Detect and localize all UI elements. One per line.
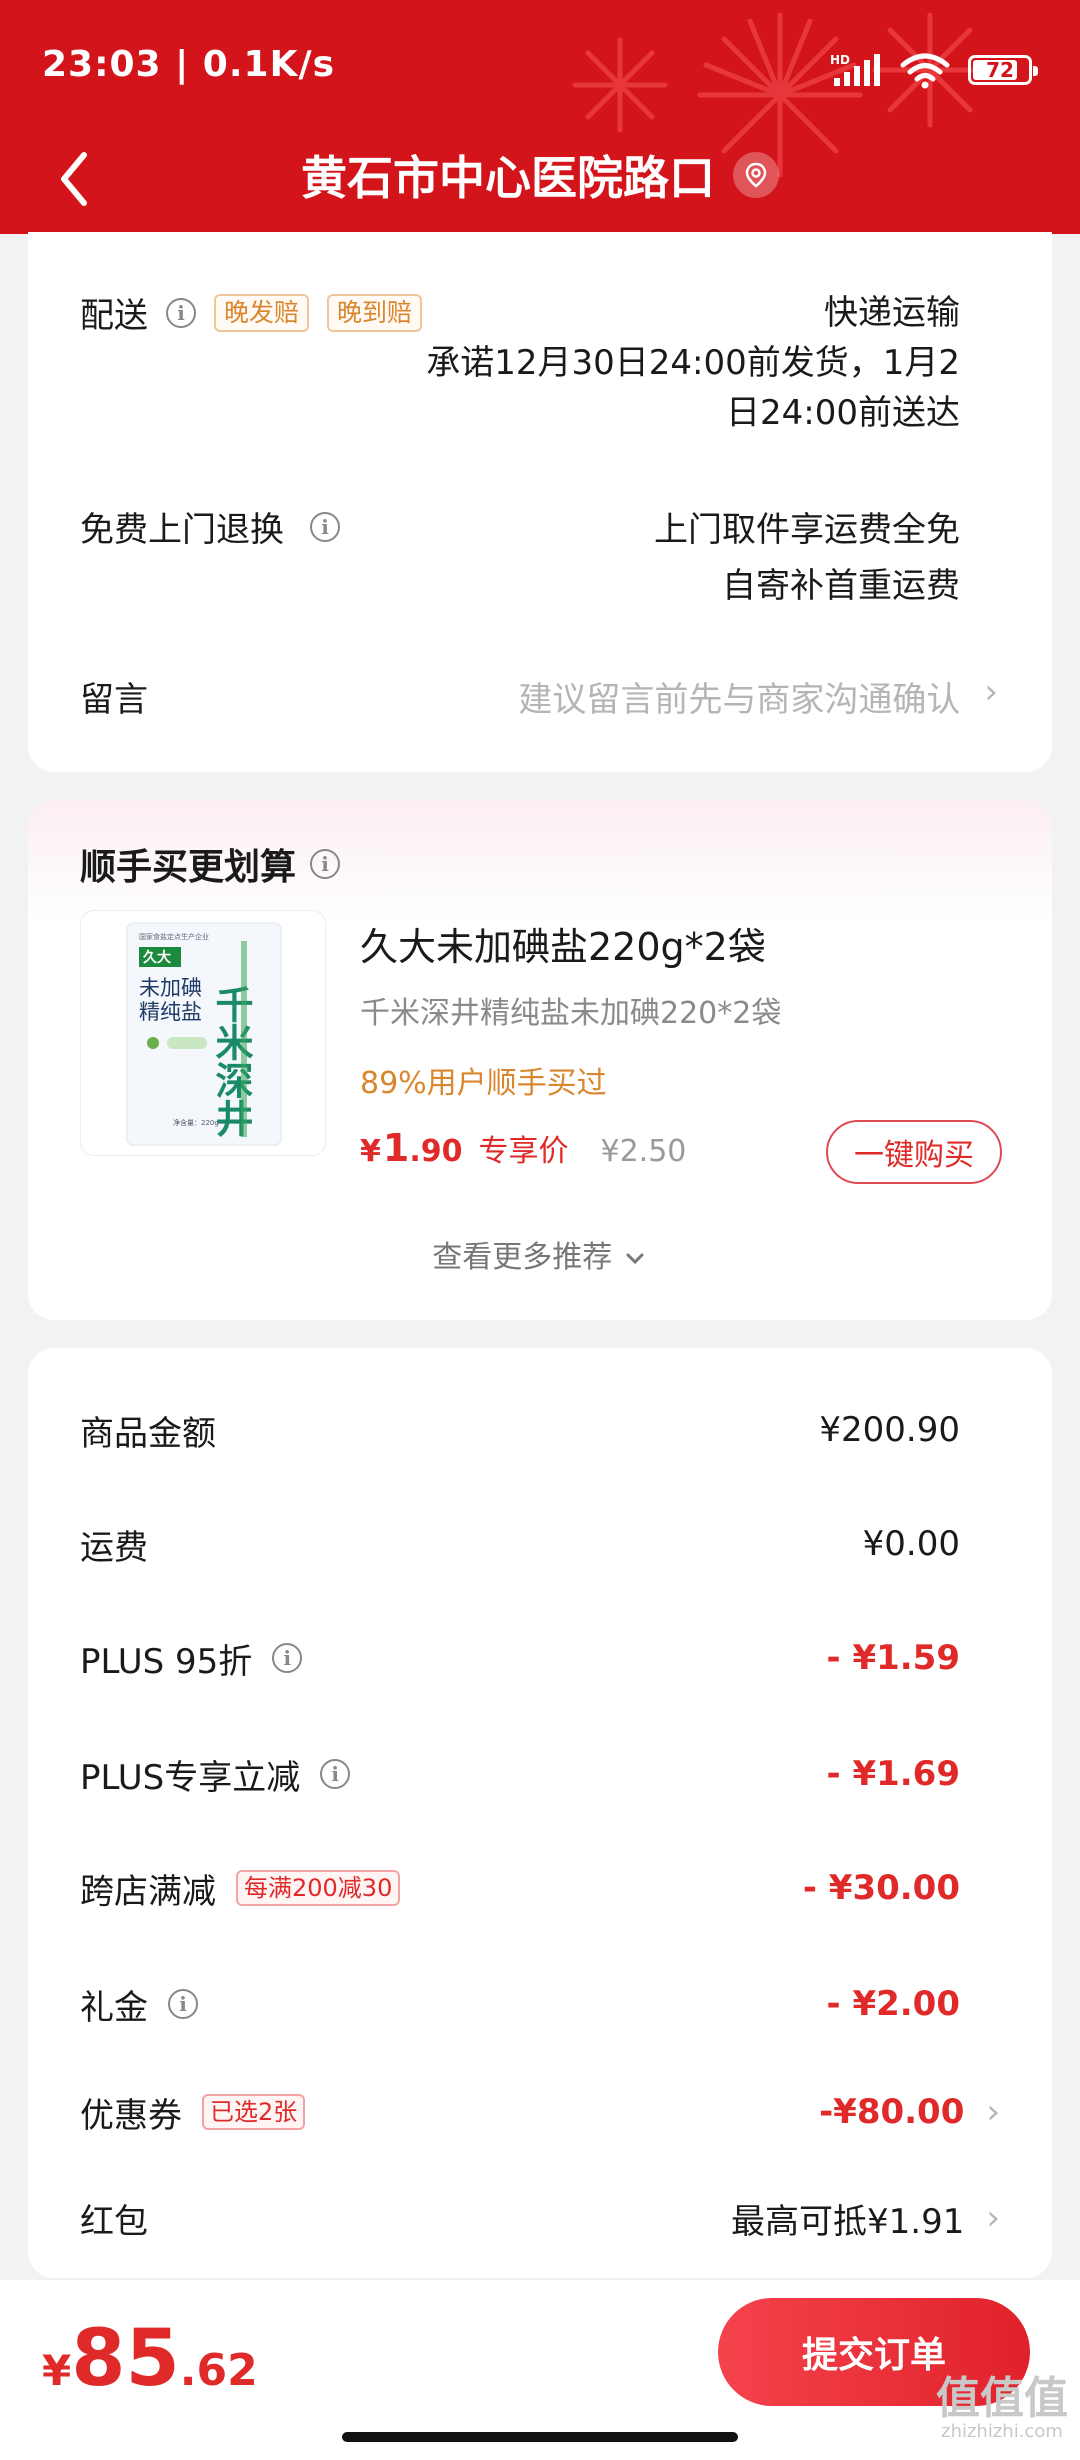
price-symbol: ¥	[360, 1134, 381, 1169]
summary-label: 商品金额	[80, 1413, 216, 1454]
return-label: 免费上门退换	[80, 510, 284, 550]
return-info: 上门取件享运费全免 自寄补首重运费	[654, 502, 960, 614]
coupon-tag: 已选2张	[202, 2094, 306, 2130]
price-summary-card: 商品金额 ¥200.90 运费 ¥0.00 PLUS 95折 i - ¥1.59…	[28, 1348, 1052, 2278]
product-name[interactable]: 久大未加碘盐220g*2袋	[360, 916, 766, 971]
total-int: 85	[71, 2314, 180, 2404]
summary-value: - ¥1.69	[826, 1754, 961, 1794]
summary-value: - ¥2.00	[826, 1984, 961, 2024]
message-input[interactable]: 建议留言前先与商家沟通确认 ›	[518, 672, 998, 721]
summary-label: 优惠券	[80, 2095, 182, 2136]
product-price: ¥ 1 .90 专享价 ¥2.50	[360, 1126, 686, 1170]
summary-label: 礼金	[80, 1987, 148, 2028]
svg-text:HD: HD	[830, 53, 850, 67]
svg-text:未加碘: 未加碘	[139, 976, 202, 1000]
summary-row-plus-reduction: PLUS专享立减 i - ¥1.69	[28, 1744, 1052, 1804]
svg-text:精纯盐: 精纯盐	[139, 1000, 202, 1024]
return-line2: 自寄补首重运费	[722, 566, 960, 606]
summary-row-shipping: 运费 ¥0.00	[28, 1514, 1052, 1574]
info-icon[interactable]: i	[320, 1759, 351, 1789]
summary-value-wrap: 最高可抵¥1.91 ›	[731, 2188, 1000, 2248]
chevron-right-icon: ›	[984, 672, 998, 712]
salt-package-image: 国家食盐定点生产企业 久大 未加碘 精纯盐 千米深井 净含量：220g	[126, 922, 282, 1146]
home-indicator[interactable]	[342, 2432, 738, 2442]
recommendation-title: 顺手买更划算	[80, 847, 297, 888]
late-ship-tag: 晚发赔	[214, 293, 310, 332]
address-title[interactable]: 黄石市中心医院路口	[0, 135, 1080, 215]
delivery-label: 配送	[80, 296, 148, 336]
info-icon[interactable]: i	[310, 511, 340, 542]
see-more-label: 查看更多推荐	[432, 1240, 613, 1275]
svg-text:国家食盐定点生产企业: 国家食盐定点生产企业	[139, 932, 209, 941]
chevron-right-icon: ›	[986, 2092, 1000, 2132]
promo-tag: 每满200减30	[236, 1870, 401, 1906]
message-placeholder: 建议留言前先与商家沟通确认	[518, 680, 961, 720]
chevron-right-icon: ›	[986, 2198, 1000, 2238]
return-row[interactable]: 免费上门退换 i	[80, 502, 340, 551]
message-label: 留言	[80, 680, 148, 720]
recommendation-card: 顺手买更划算 i 国家食盐定点生产企业 久大 未加碘 精纯盐 千米深井 净含量：…	[28, 800, 1052, 1320]
summary-label: 红包	[80, 2201, 148, 2242]
watermark-logo: 值值值 zhizhizhi.com	[936, 2373, 1068, 2442]
summary-value: 最高可抵¥1.91	[731, 2201, 965, 2242]
recommendation-header: 顺手买更划算 i	[80, 838, 341, 890]
one-click-buy-button[interactable]: 一键购买	[826, 1120, 1002, 1184]
status-icons: HD 72	[830, 50, 1038, 90]
info-icon[interactable]: i	[166, 297, 196, 328]
info-icon[interactable]: i	[310, 849, 341, 879]
battery-level: 72	[986, 58, 1014, 82]
delivery-info: 快递运输 承诺12月30日24:00前发货，1月2 日24:00前送达	[400, 288, 960, 438]
summary-value: ¥0.00	[862, 1524, 960, 1564]
location-pin-icon	[733, 152, 779, 198]
summary-label: PLUS专享立减	[80, 1757, 301, 1798]
app-header: 23:03 | 0.1K/s HD 72 黄石市中心医院路口	[0, 0, 1080, 234]
total-price: ¥ 85 .62	[42, 2314, 258, 2404]
summary-row-coupon[interactable]: 优惠券 已选2张 -¥80.00 ›	[28, 2082, 1052, 2142]
chevron-down-icon	[626, 1253, 644, 1265]
summary-value: - ¥1.59	[826, 1638, 961, 1678]
product-subtitle: 千米深井精纯盐未加碘220*2袋	[360, 996, 782, 1031]
svg-text:久大: 久大	[142, 949, 171, 966]
return-line1: 上门取件享运费全免	[654, 510, 960, 550]
delivery-promise-line2: 日24:00前送达	[726, 393, 960, 433]
battery-icon: 72	[968, 55, 1038, 85]
price-int: 1	[382, 1126, 410, 1170]
summary-row-cross-store: 跨店满减 每满200减30 - ¥30.00	[28, 1858, 1052, 1918]
total-decimal: .62	[179, 2345, 258, 2396]
summary-row-red-packet[interactable]: 红包 最高可抵¥1.91 ›	[28, 2188, 1052, 2248]
summary-label: PLUS 95折	[80, 1641, 253, 1682]
nav-bar: 黄石市中心医院路口	[0, 135, 1080, 234]
info-icon[interactable]: i	[168, 1989, 198, 2019]
delivery-method: 快递运输	[824, 293, 960, 333]
product-image[interactable]: 国家食盐定点生产企业 久大 未加碘 精纯盐 千米深井 净含量：220g	[80, 910, 326, 1156]
checkout-bar: ¥ 85 .62 提交订单 值值值 zhizhizhi.com	[0, 2280, 1080, 2460]
summary-value: -¥80.00	[819, 2092, 965, 2132]
summary-label: 运费	[80, 1527, 148, 1568]
summary-label: 跨店满减	[80, 1871, 216, 1912]
summary-value: ¥200.90	[819, 1410, 960, 1450]
price-label: 专享价	[478, 1134, 569, 1169]
status-bar: 23:03 | 0.1K/s HD 72	[0, 0, 1080, 135]
summary-row-plus-discount: PLUS 95折 i - ¥1.59	[28, 1628, 1052, 1688]
signal-icon: HD	[830, 53, 880, 86]
see-more-link[interactable]: 查看更多推荐	[28, 1232, 1052, 1276]
delivery-row[interactable]: 配送 i 晚发赔 晚到赔	[80, 288, 423, 337]
original-price: ¥2.50	[600, 1134, 687, 1169]
svg-text:净含量：220g: 净含量：220g	[173, 1118, 219, 1127]
total-symbol: ¥	[42, 2346, 72, 2395]
product-stat: 89%用户顺手买过	[360, 1066, 607, 1101]
delivery-card: 配送 i 晚发赔 晚到赔 快递运输 承诺12月30日24:00前发货，1月2 日…	[28, 232, 1052, 772]
price-decimal: .90	[409, 1134, 463, 1169]
summary-value: - ¥30.00	[802, 1868, 960, 1908]
summary-row-gift-money: 礼金 i - ¥2.00	[28, 1974, 1052, 2034]
status-time: 23:03 | 0.1K/s	[42, 44, 336, 85]
summary-value-wrap: -¥80.00 ›	[819, 2082, 1000, 2142]
wifi-icon	[900, 53, 950, 89]
info-icon[interactable]: i	[272, 1643, 303, 1673]
address-text: 黄石市中心医院路口	[301, 151, 715, 205]
delivery-promise-line1: 承诺12月30日24:00前发货，1月2	[426, 343, 960, 383]
summary-row-goods: 商品金额 ¥200.90	[28, 1400, 1052, 1460]
